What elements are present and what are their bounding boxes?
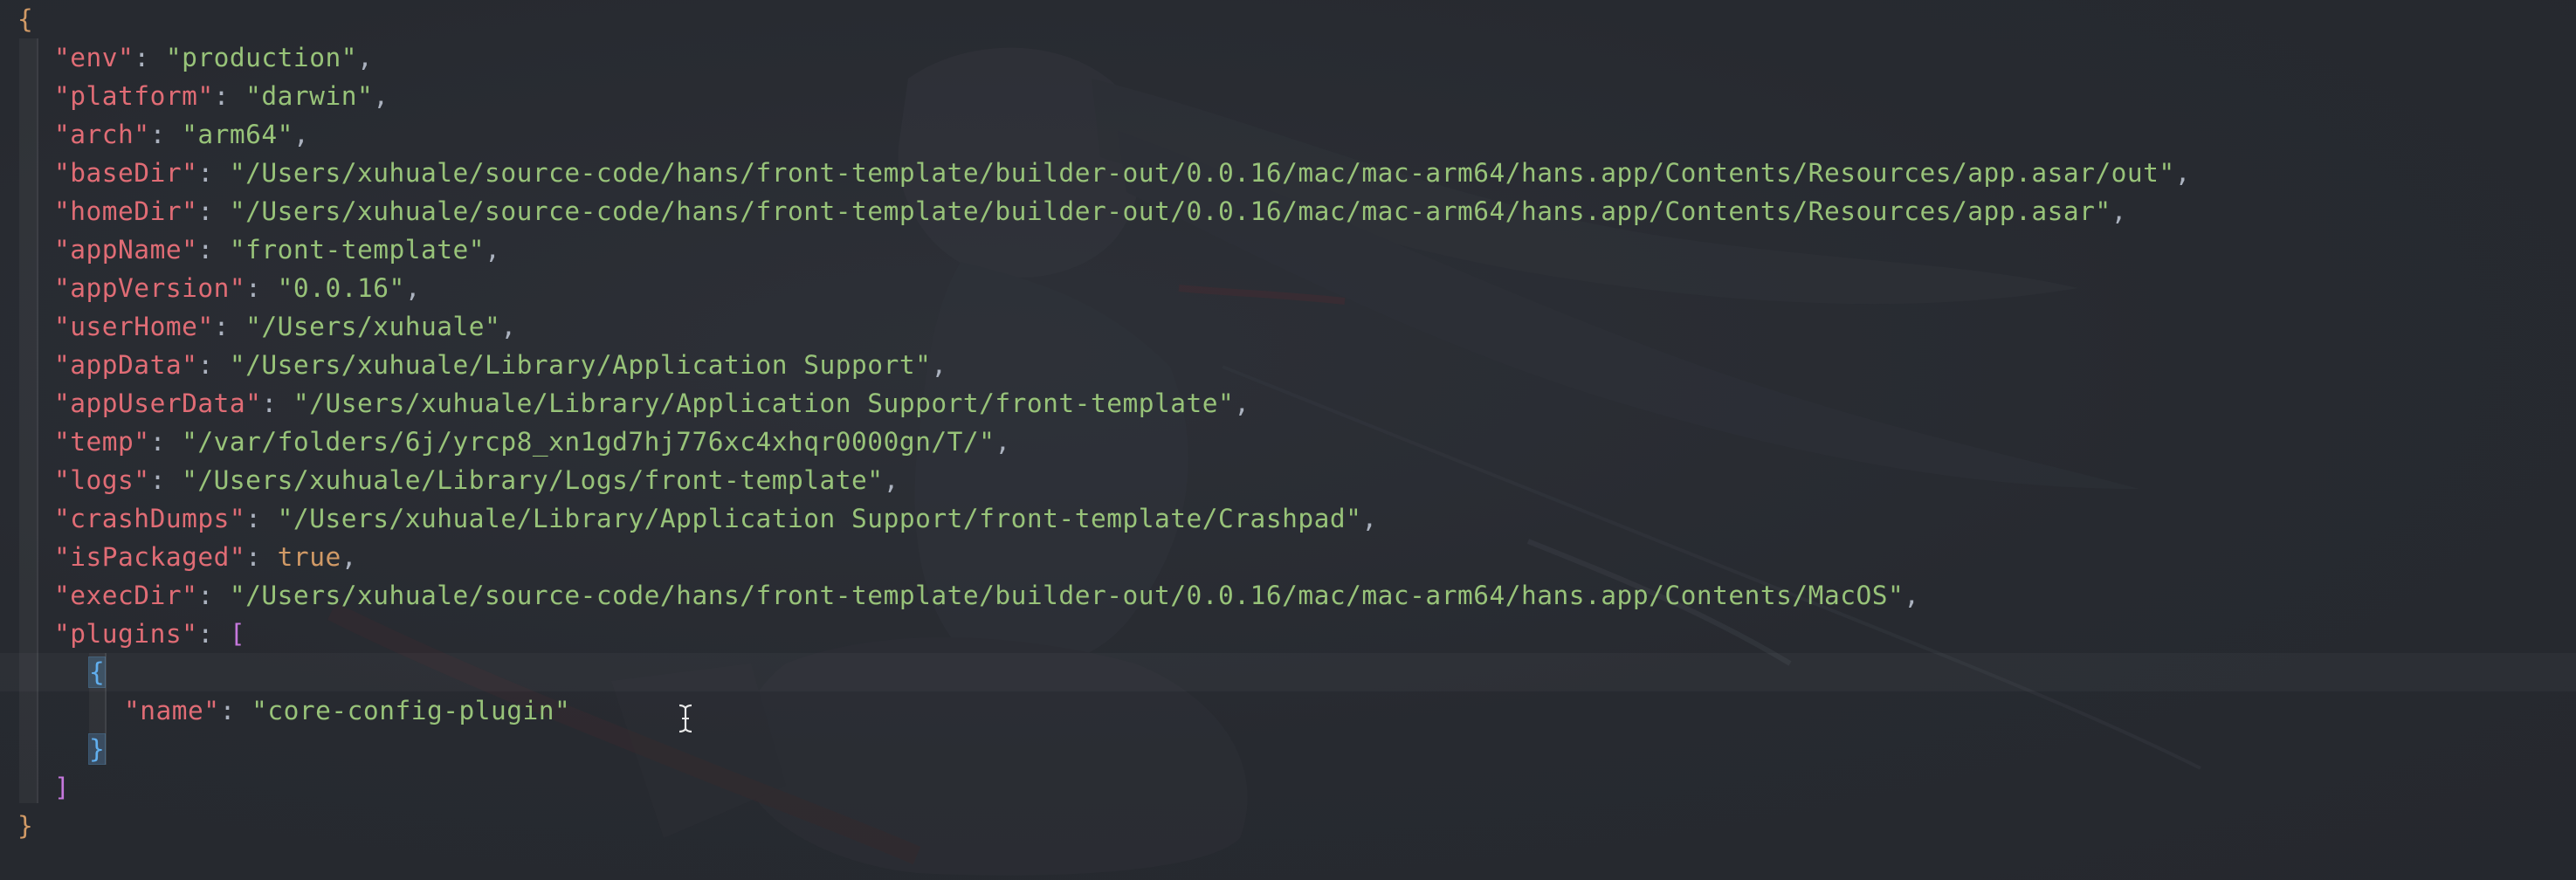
- json-key: "homeDir": [54, 196, 198, 226]
- json-key: "appUserData": [54, 388, 262, 418]
- colon: :: [134, 43, 166, 72]
- json-value: "core-config-plugin": [251, 696, 571, 725]
- json-value: "/Users/xuhuale/Library/Application Supp…: [229, 350, 932, 380]
- json-value: "0.0.16": [277, 273, 405, 303]
- text-cursor-icon: [674, 704, 697, 733]
- colon: :: [245, 542, 278, 572]
- comma: ,: [293, 120, 310, 149]
- colon: :: [219, 696, 252, 725]
- comma: ,: [1361, 504, 1378, 533]
- close-bracket: ]: [54, 773, 71, 802]
- json-value: "/Users/xuhuale/Library/Application Supp…: [293, 388, 1235, 418]
- code-line-userhome[interactable]: "userHome": "/Users/xuhuale",: [17, 307, 2191, 346]
- json-value: "front-template": [229, 235, 486, 265]
- comma: ,: [2111, 196, 2127, 226]
- colon: :: [149, 465, 183, 495]
- json-key: "crashDumps": [54, 504, 246, 533]
- colon: :: [197, 581, 230, 610]
- json-key: "execDir": [54, 581, 198, 610]
- code-line-plugin-open[interactable]: {: [17, 653, 2191, 691]
- code-line-execdir[interactable]: "execDir": "/Users/xuhuale/source-code/h…: [17, 576, 2191, 615]
- code-line-plugin-close[interactable]: }: [17, 730, 2191, 768]
- colon: :: [261, 388, 293, 418]
- json-value: "arm64": [182, 120, 293, 149]
- comma: ,: [373, 81, 389, 111]
- colon: :: [245, 504, 278, 533]
- colon: :: [197, 158, 230, 188]
- code-line-logs[interactable]: "logs": "/Users/xuhuale/Library/Logs/fro…: [17, 461, 2191, 499]
- comma: ,: [341, 542, 357, 572]
- code-line-temp[interactable]: "temp": "/var/folders/6j/yrcp8_xn1gd7hj7…: [17, 423, 2191, 461]
- matched-open-brace: {: [87, 657, 107, 688]
- code-line-platform[interactable]: "platform": "darwin",: [17, 77, 2191, 115]
- colon: :: [149, 120, 183, 149]
- code-line-ispackaged[interactable]: "isPackaged": true,: [17, 538, 2191, 576]
- json-key: "baseDir": [54, 158, 198, 188]
- json-value: "/var/folders/6j/yrcp8_xn1gd7hj776xc4xhq…: [182, 427, 995, 457]
- json-value: "/Users/xuhuale/Library/Logs/front-templ…: [182, 465, 884, 495]
- comma: ,: [931, 350, 947, 380]
- comma: ,: [356, 43, 374, 72]
- json-value: "/Users/xuhuale/Library/Application Supp…: [277, 504, 1362, 533]
- comma: ,: [1234, 388, 1250, 418]
- code-line-basedir[interactable]: "baseDir": "/Users/xuhuale/source-code/h…: [17, 154, 2191, 192]
- code-line-appdata[interactable]: "appData": "/Users/xuhuale/Library/Appli…: [17, 346, 2191, 384]
- json-key: "userHome": [54, 312, 214, 341]
- open-bracket: [: [229, 619, 246, 649]
- json-key: "plugins": [54, 619, 198, 649]
- colon: :: [149, 427, 183, 457]
- json-key: "appData": [54, 350, 198, 380]
- code-editor[interactable]: { "env": "production", "platform": "darw…: [0, 0, 2576, 880]
- json-value: "/Users/xuhuale/source-code/hans/front-t…: [229, 581, 1904, 610]
- colon: :: [197, 350, 230, 380]
- code-line-homedir[interactable]: "homeDir": "/Users/xuhuale/source-code/h…: [17, 192, 2191, 230]
- matched-close-brace: }: [87, 733, 107, 765]
- json-value: "/Users/xuhuale/source-code/hans/front-t…: [229, 196, 2111, 226]
- code-line-crashdumps[interactable]: "crashDumps": "/Users/xuhuale/Library/Ap…: [17, 499, 2191, 538]
- code-line-arch[interactable]: "arch": "arm64",: [17, 115, 2191, 154]
- comma: ,: [2174, 158, 2191, 188]
- comma: ,: [1904, 581, 1920, 610]
- code-line[interactable]: {: [17, 0, 2191, 38]
- json-key: "isPackaged": [54, 542, 246, 572]
- json-key: "appVersion": [54, 273, 246, 303]
- colon: :: [197, 235, 230, 265]
- colon: :: [197, 196, 230, 226]
- json-key: "appName": [54, 235, 198, 265]
- code-line-env[interactable]: "env": "production",: [17, 38, 2191, 77]
- json-value: "/Users/xuhuale": [245, 312, 501, 341]
- code-line-plugin-name[interactable]: "name": "core-config-plugin": [17, 691, 2191, 730]
- comma: ,: [500, 312, 517, 341]
- json-value: "darwin": [245, 81, 374, 111]
- json-key: "arch": [54, 120, 150, 149]
- code-line-appuserdata[interactable]: "appUserData": "/Users/xuhuale/Library/A…: [17, 384, 2191, 423]
- colon: :: [213, 312, 246, 341]
- json-boolean: true: [277, 542, 341, 572]
- colon: :: [245, 273, 278, 303]
- code-line-appname[interactable]: "appName": "front-template",: [17, 230, 2191, 269]
- comma: ,: [404, 273, 422, 303]
- json-key: "env": [54, 43, 134, 72]
- code-line-root-close[interactable]: }: [17, 807, 2191, 845]
- code-line-plugins-close[interactable]: ]: [17, 768, 2191, 807]
- colon: :: [213, 81, 246, 111]
- colon: :: [197, 619, 230, 649]
- json-key: "logs": [54, 465, 150, 495]
- json-value: "/Users/xuhuale/source-code/hans/front-t…: [229, 158, 2175, 188]
- json-key: "platform": [54, 81, 214, 111]
- json-value: "production": [165, 43, 357, 72]
- comma: ,: [485, 235, 501, 265]
- comma: ,: [995, 427, 1011, 457]
- comma: ,: [883, 465, 899, 495]
- close-brace: }: [17, 811, 34, 841]
- code-content[interactable]: { "env": "production", "platform": "darw…: [17, 0, 2191, 845]
- code-line-appversion[interactable]: "appVersion": "0.0.16",: [17, 269, 2191, 307]
- json-key: "name": [124, 696, 220, 725]
- json-key: "temp": [54, 427, 150, 457]
- code-line-plugins[interactable]: "plugins": [: [17, 615, 2191, 653]
- open-brace: {: [17, 4, 34, 34]
